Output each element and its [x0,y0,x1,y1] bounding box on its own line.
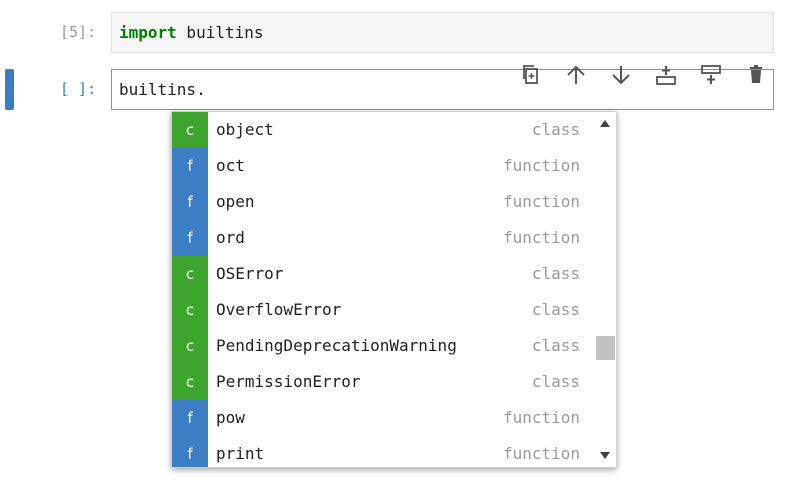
function-type-icon: f [172,400,208,436]
code-cell-input[interactable]: import builtins [111,12,774,53]
duplicate-cell-button[interactable] [508,62,553,88]
insert-below-icon [700,65,721,84]
code-keyword: import [119,23,177,42]
class-type-icon: c [172,256,208,292]
function-type-icon: f [172,436,208,467]
code-text: builtins. [119,80,206,99]
class-type-icon: c [172,112,208,148]
active-cell-indicator [5,69,14,110]
completion-item[interactable]: c object class [172,112,594,148]
completion-item[interactable]: f print function [172,436,594,467]
completion-scrollbar[interactable] [594,112,616,467]
function-type-icon: f [172,184,208,220]
move-cell-down-button[interactable] [598,62,643,88]
insert-cell-above-button[interactable] [643,62,688,88]
completion-item-type: class [531,372,580,391]
completion-item-name: print [216,444,265,463]
cell-prompt: [ ]: [60,80,97,98]
completion-item[interactable]: f open function [172,184,594,220]
completion-item-name: pow [216,408,245,427]
completion-item[interactable]: c PermissionError class [172,364,594,400]
completion-item-name: OverflowError [216,300,342,319]
class-type-icon: c [172,292,208,328]
move-down-icon [611,66,630,85]
completion-item-type: function [502,156,580,175]
completion-item-name: PendingDeprecationWarning [216,336,457,355]
insert-cell-below-button[interactable] [688,62,733,88]
completion-item-type: class [531,264,580,283]
completion-item[interactable]: c OverflowError class [172,292,594,328]
completion-item[interactable]: f ord function [172,220,594,256]
cell-prompt: [5]: [60,23,97,41]
scroll-down-arrow-icon[interactable] [600,452,610,459]
class-type-icon: c [172,364,208,400]
move-up-icon [566,65,585,84]
completion-item[interactable]: f oct function [172,148,594,184]
completion-item[interactable]: f pow function [172,400,594,436]
insert-above-icon [655,66,676,85]
completion-item-name: object [216,120,274,139]
completion-item-name: PermissionError [216,372,361,391]
cell-toolbar [508,62,778,88]
function-type-icon: f [172,220,208,256]
scroll-thumb[interactable] [596,335,615,360]
completion-popup: c object class f oct function f open function f or… [171,111,617,468]
completion-item-name: OSError [216,264,284,283]
completion-item[interactable]: c PendingDeprecationWarning class [172,328,594,364]
completion-item-type: function [502,192,580,211]
class-type-icon: c [172,328,208,364]
completion-item-type: function [502,228,580,247]
move-cell-up-button[interactable] [553,62,598,88]
completion-item-name: oct [216,156,245,175]
delete-cell-button[interactable] [733,62,778,88]
completion-item-type: class [531,300,580,319]
delete-icon [749,65,762,83]
completion-item-type: function [502,444,580,463]
completion-item[interactable]: c OSError class [172,256,594,292]
completion-item-name: open [216,192,255,211]
function-type-icon: f [172,148,208,184]
completion-item-type: class [531,336,580,355]
completion-item-name: ord [216,228,245,247]
scroll-up-arrow-icon[interactable] [600,120,610,127]
completion-item-type: class [531,120,580,139]
duplicate-icon [522,65,538,84]
completion-item-type: function [502,408,580,427]
code-text: builtins [176,23,264,42]
